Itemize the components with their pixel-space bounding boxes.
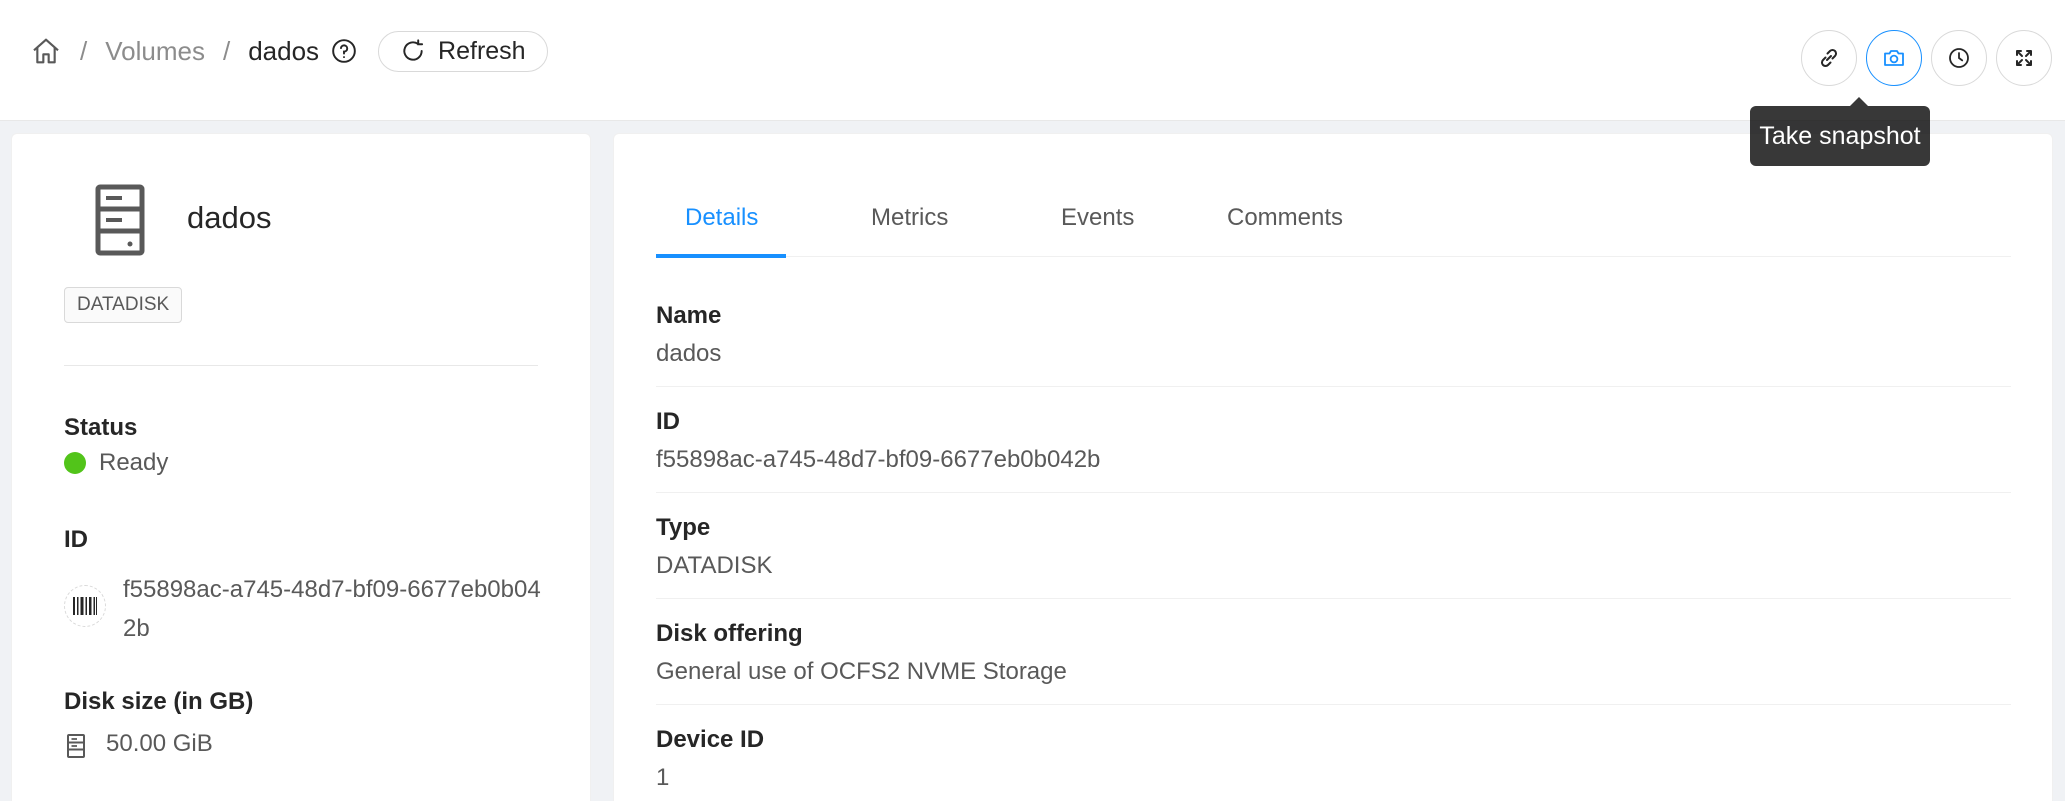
tab-bar: Details Metrics Events Comments (656, 202, 2011, 258)
divider (64, 365, 538, 366)
detail-label-device-id: Device ID (656, 726, 765, 753)
camera-icon (1884, 50, 1904, 66)
detail-value-device-id: 1 (656, 764, 670, 791)
status-value: Ready (99, 449, 169, 476)
disk-size-label: Disk size (in GB) (64, 688, 254, 715)
take-snapshot-button[interactable] (1866, 30, 1922, 86)
tab-events[interactable]: Events (1061, 204, 1134, 232)
row-divider (656, 386, 2011, 387)
schedule-snapshot-button[interactable] (1931, 30, 1987, 86)
server-icon (82, 182, 158, 258)
row-divider (656, 704, 2011, 705)
status-label: Status (64, 414, 138, 441)
tab-metrics[interactable]: Metrics (871, 204, 948, 232)
detail-value-type: DATADISK (656, 552, 773, 579)
link-icon (1820, 48, 1838, 68)
fullscreen-icon (2016, 50, 2032, 66)
volume-type-tag: DATADISK (64, 287, 183, 323)
resource-name: dados (187, 200, 272, 235)
detail-label-disk-offering: Disk offering (656, 620, 803, 647)
breadcrumb-volumes-link[interactable]: Volumes (105, 36, 205, 67)
detail-label-id: ID (656, 408, 680, 435)
refresh-button[interactable]: Refresh (378, 30, 548, 72)
disk-size-value: 50.00 GiB (106, 730, 213, 757)
hdd-icon (64, 733, 88, 759)
fullscreen-button[interactable] (1996, 30, 2052, 86)
breadcrumb: / Volumes / dados Refresh (30, 30, 548, 72)
detail-label-type: Type (656, 514, 711, 541)
home-icon[interactable] (30, 35, 62, 67)
snapshot-tooltip: Take snapshot (1750, 97, 1930, 166)
resource-details-card: Details Metrics Events Comments Name dad… (613, 133, 2053, 801)
row-divider (656, 598, 2011, 599)
copy-link-button[interactable] (1801, 30, 1857, 86)
clock-icon (1949, 48, 1969, 68)
detail-value-disk-offering: General use of OCFS2 NVME Storage (656, 658, 1067, 685)
breadcrumb-current: dados (248, 35, 320, 66)
breadcrumb-separator: / (80, 35, 88, 66)
breadcrumb-separator: / (222, 35, 231, 66)
refresh-button-label: Refresh (438, 36, 526, 65)
detail-value-name: dados (656, 340, 722, 367)
tab-comments[interactable]: Comments (1227, 204, 1343, 232)
reload-icon (403, 39, 424, 61)
tab-details[interactable]: Details (685, 204, 758, 232)
barcode-icon[interactable] (64, 585, 106, 627)
question-circle-icon[interactable] (331, 38, 357, 64)
detail-value-id: f55898ac-a745-48d7-bf09-6677eb0b042b (656, 446, 1101, 473)
id-label: ID (64, 526, 88, 553)
active-tab-indicator (656, 254, 786, 258)
resource-summary-card: dados DATADISK Status Ready ID f55898ac-… (11, 133, 591, 801)
detail-label-name: Name (656, 302, 722, 329)
top-bar: / Volumes / dados Refresh (0, 0, 2065, 121)
status-indicator (64, 452, 86, 474)
resource-id-value: f55898ac-a745-48d7-bf09-6677eb0b042b (123, 576, 541, 642)
row-divider (656, 492, 2011, 493)
